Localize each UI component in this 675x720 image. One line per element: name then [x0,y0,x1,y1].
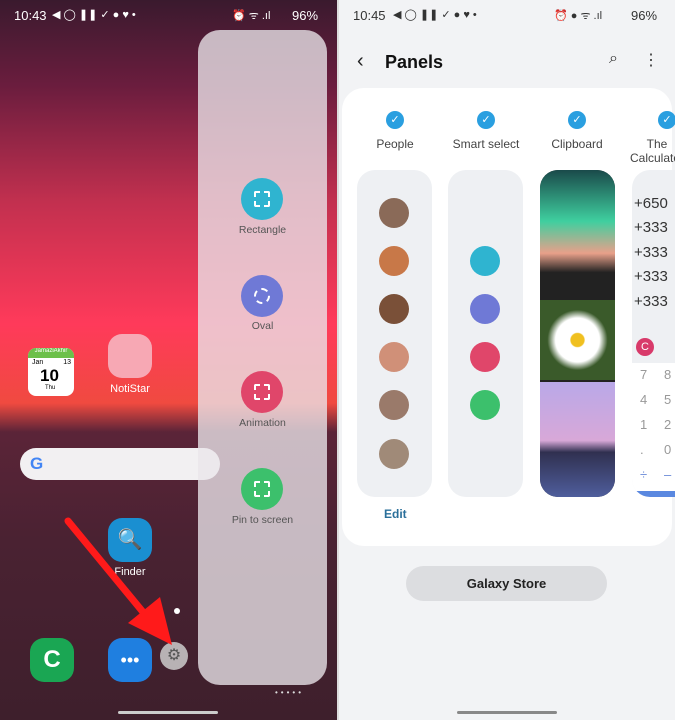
home-indicator [118,711,218,714]
people-checkbox[interactable]: ✓ [386,111,404,129]
calc-key: 2 [664,417,672,432]
notification-icons: ◀ ◯ ❚❚ ✓ ● ♥ • [393,9,477,21]
calc-line: +333 [634,293,668,310]
calc-key: . [640,442,644,457]
more-options-icon[interactable]: ⋮ [643,50,659,70]
calculator-panel-preview[interactable]: +650 +333 +333 +333 +333 C 7 8 4 5 1 2 .… [632,170,675,497]
clipboard-label: Clipboard [551,137,603,151]
calendar-weekday: Thu [45,385,56,391]
calendar-month: Jan [32,359,44,366]
clipboard-image-aurora [540,170,615,298]
gif-icon [470,342,500,372]
notistar-label: NotiStar [110,383,150,395]
rectangle-select-icon [470,246,500,276]
pin-to-screen-button[interactable] [241,468,283,510]
clipboard-panel-preview[interactable] [540,170,615,497]
calculator-checkbox[interactable]: ✓ [658,111,675,129]
pin-icon [470,390,500,420]
oval-select-button[interactable] [241,275,283,317]
notistar-app-icon[interactable] [108,334,152,378]
calendar-hijri: 13 [63,359,71,366]
smart-select-checkbox[interactable]: ✓ [477,111,495,129]
galaxy-store-button[interactable]: Galaxy Store [406,566,607,601]
pin-to-screen-label: Pin to screen [231,514,294,526]
smart-select-label: Smart select [452,137,520,151]
calc-bottom-bar [632,491,675,497]
people-label: People [376,137,414,151]
edit-button[interactable]: Edit [384,507,407,521]
page-title: Panels [385,52,444,72]
people-panel-preview[interactable] [357,170,432,497]
panels-settings-screen: 10:45 ◀ ◯ ❚❚ ✓ ● ♥ • ⏰ ● ᯤ .ıl 96% ‹ Pan… [339,0,675,720]
google-search-bar[interactable]: G [20,448,220,480]
system-icons: ⏰ ᯤ .ıl [232,10,271,22]
animation-gif-button[interactable] [241,371,283,413]
status-time: 10:45 [353,8,386,23]
smart-select-edge-panel [198,30,327,685]
clipboard-checkbox[interactable]: ✓ [568,111,586,129]
clipboard-image-daisy [540,300,615,380]
search-icon[interactable]: ⌕ [609,50,618,68]
calc-key: ÷ [640,467,648,482]
status-time: 10:43 [14,8,47,23]
avatar [379,439,409,469]
calc-line: +333 [634,244,668,261]
panel-page-dots: ••••• [275,688,305,697]
rectangle-label: Rectangle [238,224,287,236]
avatar [379,198,409,228]
avatar [379,294,409,324]
calc-key: 4 [640,392,648,407]
calc-key: 0 [664,442,672,457]
calc-key: 8 [664,367,672,382]
oval-select-icon [470,294,500,324]
calendar-header: JamaziAkhir [28,348,74,358]
home-indicator [457,711,557,714]
avatar [379,246,409,276]
calc-key: 1 [640,417,648,432]
calc-line: +650 [634,195,668,212]
status-battery: 96% [292,8,319,23]
calculator-label: The Calculator [629,137,675,165]
clipboard-image-pier [540,382,615,497]
calc-key: 7 [640,367,648,382]
calendar-widget[interactable]: JamaziAkhir Jan 13 10 Thu [28,348,74,396]
calendar-day: 10 [40,366,59,385]
calc-key: – [664,467,672,482]
calc-line: +333 [634,219,668,236]
back-button[interactable]: ‹ [357,50,364,73]
calc-key: 5 [664,392,672,407]
panels-card: ✓ People ✓ Smart select ✓ Clipboard ✓ Th… [342,88,675,546]
red-arrow-annotation [64,517,172,645]
rectangle-select-button[interactable] [241,178,283,220]
calc-line: +333 [634,268,668,285]
oval-label: Oval [251,320,274,332]
calc-clear-button: C [636,338,654,356]
system-icons: ⏰ ● ᯤ .ıl [554,10,603,22]
avatar [379,342,409,372]
notification-icons: ◀ ◯ ❚❚ ✓ ● ♥ • [52,9,136,21]
status-battery: 96% [631,8,658,23]
calc-keypad: 7 8 4 5 1 2 . 0 ÷ – [632,363,675,497]
smart-select-panel-preview[interactable] [448,170,523,497]
home-screen: 10:43 ◀ ◯ ❚❚ ✓ ● ♥ • ⏰ ᯤ .ıl 96% JamaziA… [0,0,337,720]
avatar [379,390,409,420]
animation-label: Animation [239,417,286,429]
google-icon: G [30,454,44,473]
